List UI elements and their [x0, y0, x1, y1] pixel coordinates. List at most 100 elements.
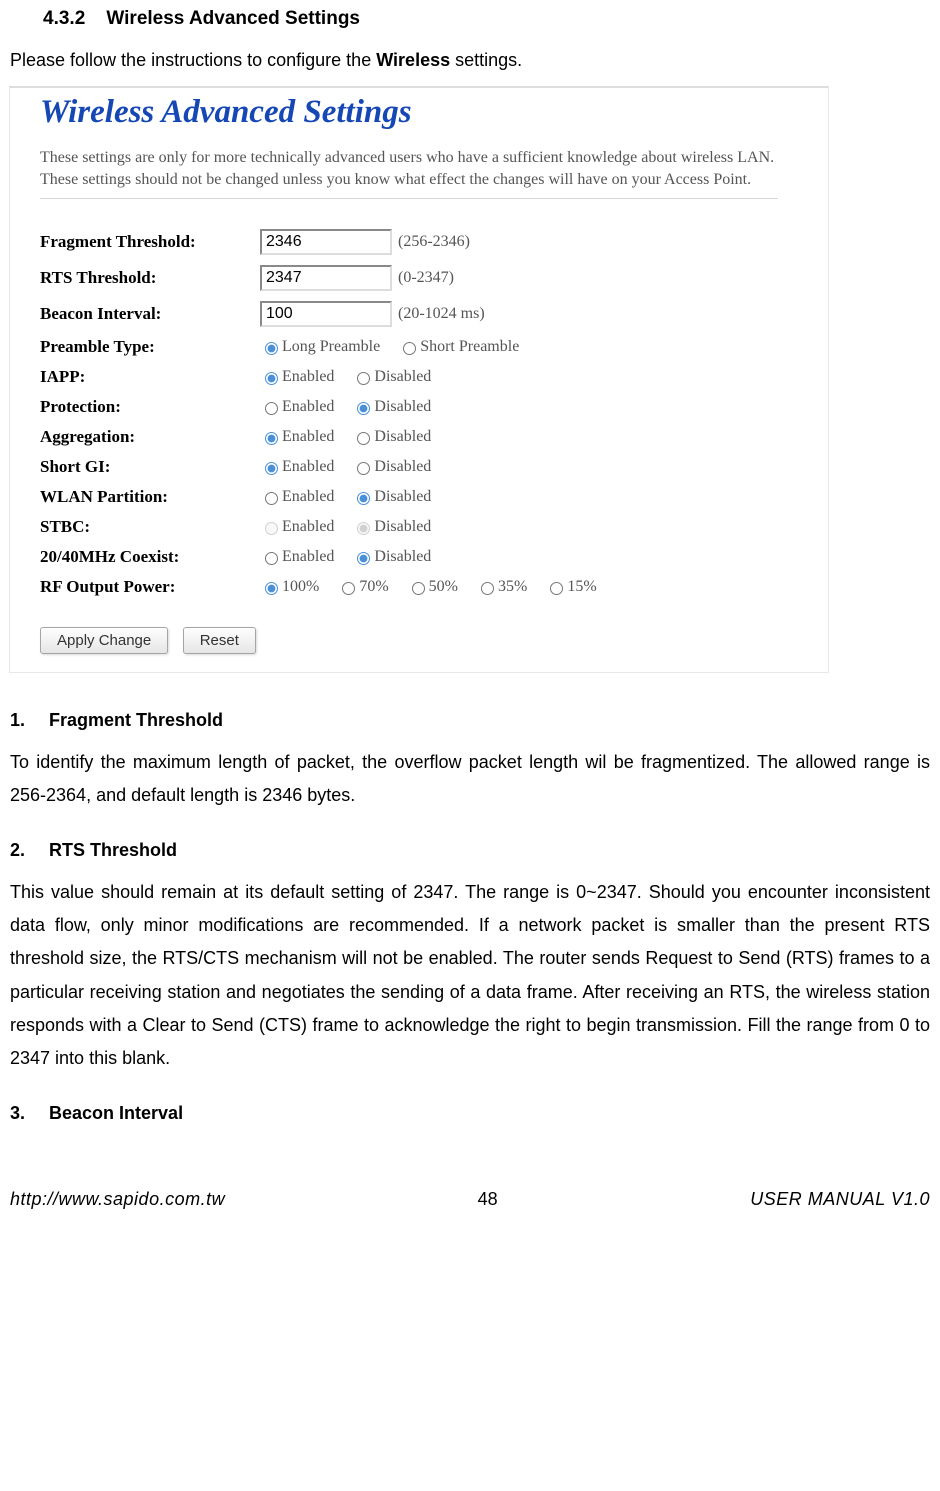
label-fragment: Fragment Threshold: [40, 232, 260, 252]
settings-table: Fragment Threshold: (256-2346) RTS Thres… [40, 199, 778, 602]
fragment-input[interactable] [260, 229, 392, 255]
row-fragment-threshold: Fragment Threshold: (256-2346) [40, 224, 778, 260]
screenshot-description: These settings are only for more technic… [40, 137, 778, 198]
radio-rf-35[interactable] [481, 582, 494, 595]
label-stbc-disabled: Disabled [374, 518, 431, 536]
radio-protection-disabled[interactable] [357, 402, 370, 415]
screenshot-title: Wireless Advanced Settings [40, 88, 778, 137]
label-beacon: Beacon Interval: [40, 304, 260, 324]
intro-text: Please follow the instructions to config… [5, 45, 935, 86]
row-iapp: IAPP: Enabled Disabled [40, 362, 778, 392]
paragraph-rts: This value should remain at its default … [5, 876, 935, 1091]
footer-url: http://www.sapido.com.tw [10, 1189, 225, 1210]
radio-long-preamble[interactable] [265, 342, 278, 355]
radio-rf-15[interactable] [550, 582, 563, 595]
label-iapp-enabled: Enabled [282, 368, 334, 386]
label-stbc: STBC: [40, 517, 260, 537]
screenshot-panel: Wireless Advanced Settings These setting… [9, 86, 829, 673]
intro-suffix: settings. [450, 50, 522, 70]
label-coexist-enabled: Enabled [282, 548, 334, 566]
radio-coexist-enabled[interactable] [265, 552, 278, 565]
label-preamble: Preamble Type: [40, 337, 260, 357]
row-rf-power: RF Output Power: 100% 70% 50% 35% 15% [40, 572, 778, 602]
value-stbc: Enabled Disabled [260, 518, 778, 536]
value-rfpower: 100% 70% 50% 35% 15% [260, 578, 778, 596]
row-wlan-partition: WLAN Partition: Enabled Disabled [40, 482, 778, 512]
radio-rf-100[interactable] [265, 582, 278, 595]
value-iapp: Enabled Disabled [260, 368, 778, 386]
label-aggregation-enabled: Enabled [282, 428, 334, 446]
radio-protection-enabled[interactable] [265, 402, 278, 415]
row-stbc: STBC: Enabled Disabled [40, 512, 778, 542]
footer-manual-version: USER MANUAL V1.0 [750, 1189, 930, 1210]
heading-3-num: 3. [10, 1103, 44, 1124]
value-beacon: (20-1024 ms) [260, 301, 778, 327]
label-short-preamble: Short Preamble [420, 338, 519, 356]
value-preamble: Long Preamble Short Preamble [260, 338, 778, 356]
radio-wlanpart-enabled[interactable] [265, 492, 278, 505]
radio-aggregation-enabled[interactable] [265, 432, 278, 445]
label-rfpower: RF Output Power: [40, 577, 260, 597]
value-wlanpart: Enabled Disabled [260, 488, 778, 506]
row-aggregation: Aggregation: Enabled Disabled [40, 422, 778, 452]
paragraph-fragment: To identify the maximum length of packet… [5, 746, 935, 828]
radio-shortgi-enabled[interactable] [265, 462, 278, 475]
label-aggregation-disabled: Disabled [374, 428, 431, 446]
label-rf-50: 50% [429, 578, 458, 596]
intro-bold: Wireless [376, 50, 450, 70]
reset-button[interactable]: Reset [183, 627, 256, 654]
rts-input[interactable] [260, 265, 392, 291]
heading-fragment-threshold: 1. Fragment Threshold [5, 698, 935, 746]
rts-range: (0-2347) [398, 269, 454, 287]
value-rts: (0-2347) [260, 265, 778, 291]
label-rts: RTS Threshold: [40, 268, 260, 288]
label-long-preamble: Long Preamble [282, 338, 380, 356]
heading-1-text: Fragment Threshold [49, 710, 223, 730]
label-coexist: 20/40MHz Coexist: [40, 547, 260, 567]
label-shortgi-disabled: Disabled [374, 458, 431, 476]
row-short-gi: Short GI: Enabled Disabled [40, 452, 778, 482]
heading-3-text: Beacon Interval [49, 1103, 183, 1123]
label-shortgi: Short GI: [40, 457, 260, 477]
value-shortgi: Enabled Disabled [260, 458, 778, 476]
button-row: Apply Change Reset [40, 602, 778, 662]
value-coexist: Enabled Disabled [260, 548, 778, 566]
label-rf-100: 100% [282, 578, 319, 596]
label-iapp: IAPP: [40, 367, 260, 387]
page-footer: http://www.sapido.com.tw 48 USER MANUAL … [5, 1139, 935, 1230]
label-wlanpart-enabled: Enabled [282, 488, 334, 506]
fragment-range: (256-2346) [398, 233, 470, 251]
beacon-input[interactable] [260, 301, 392, 327]
section-number: 4.3.2 [43, 8, 85, 29]
radio-short-preamble[interactable] [403, 342, 416, 355]
heading-2-num: 2. [10, 840, 44, 861]
label-wlanpart: WLAN Partition: [40, 487, 260, 507]
radio-stbc-disabled [357, 522, 370, 535]
row-protection: Protection: Enabled Disabled [40, 392, 778, 422]
beacon-range: (20-1024 ms) [398, 305, 485, 323]
label-iapp-disabled: Disabled [374, 368, 431, 386]
heading-1-num: 1. [10, 710, 44, 731]
label-rf-15: 15% [567, 578, 596, 596]
row-coexist: 20/40MHz Coexist: Enabled Disabled [40, 542, 778, 572]
radio-rf-50[interactable] [412, 582, 425, 595]
label-protection: Protection: [40, 397, 260, 417]
row-rts-threshold: RTS Threshold: (0-2347) [40, 260, 778, 296]
radio-rf-70[interactable] [342, 582, 355, 595]
heading-rts-threshold: 2. RTS Threshold [5, 828, 935, 876]
apply-change-button[interactable]: Apply Change [40, 627, 168, 654]
radio-wlanpart-disabled[interactable] [357, 492, 370, 505]
value-aggregation: Enabled Disabled [260, 428, 778, 446]
radio-aggregation-disabled[interactable] [357, 432, 370, 445]
footer-page-number: 48 [478, 1189, 498, 1210]
label-coexist-disabled: Disabled [374, 548, 431, 566]
label-shortgi-enabled: Enabled [282, 458, 334, 476]
radio-iapp-enabled[interactable] [265, 372, 278, 385]
value-fragment: (256-2346) [260, 229, 778, 255]
row-preamble-type: Preamble Type: Long Preamble Short Pream… [40, 332, 778, 362]
label-wlanpart-disabled: Disabled [374, 488, 431, 506]
radio-shortgi-disabled[interactable] [357, 462, 370, 475]
radio-iapp-disabled[interactable] [357, 372, 370, 385]
radio-coexist-disabled[interactable] [357, 552, 370, 565]
row-beacon-interval: Beacon Interval: (20-1024 ms) [40, 296, 778, 332]
